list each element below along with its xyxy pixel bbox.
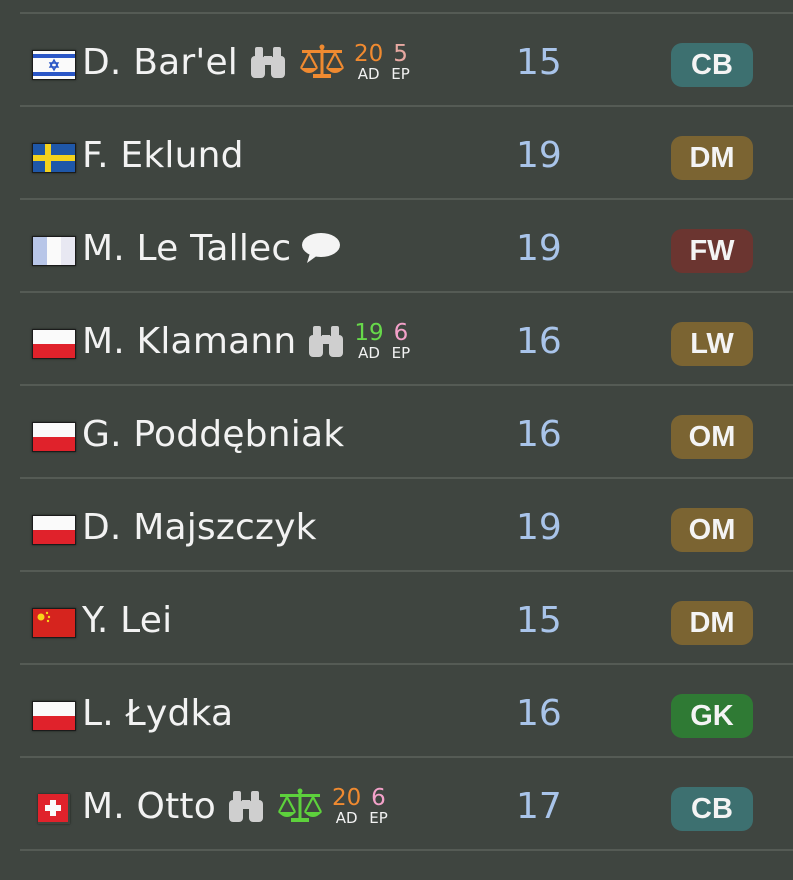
- binoculars-icon: [306, 323, 346, 359]
- player-name[interactable]: M. Otto: [82, 786, 216, 827]
- position-badge: GK: [671, 694, 753, 738]
- player-name[interactable]: D. Bar'el: [82, 42, 238, 83]
- player-name[interactable]: F. Eklund: [82, 135, 244, 176]
- player-stat: 19 AD: [354, 319, 384, 362]
- position-badge: DM: [671, 601, 753, 645]
- switzerland-flag-icon: [38, 794, 70, 824]
- player-row[interactable]: M. Le Tallec 19 FW: [20, 198, 793, 291]
- stat-value: 19: [354, 319, 384, 346]
- stat-label: AD: [358, 343, 380, 362]
- stat-label: EP: [391, 343, 411, 362]
- player-name[interactable]: M. Klamann: [82, 321, 296, 362]
- stat-value: 6: [393, 319, 409, 346]
- stat-value: 20: [354, 40, 384, 67]
- binoculars-icon: [226, 788, 266, 824]
- player-row[interactable]: L. Łydka 16 GK: [20, 663, 793, 756]
- player-name-group: M. Klamann 19 AD 6 EP: [82, 319, 410, 363]
- player-name-group: D. Majszczyk: [82, 505, 317, 549]
- player-name[interactable]: G. Poddębniak: [82, 414, 344, 455]
- player-row[interactable]: D. Majszczyk 19 OM: [20, 477, 793, 570]
- player-name[interactable]: L. Łydka: [82, 693, 233, 734]
- player-stat: 6 EP: [369, 784, 388, 827]
- position-badge: OM: [671, 508, 753, 552]
- player-row[interactable]: M. Otto 20 AD 6 EP 17 CB: [20, 756, 793, 851]
- player-age: 19: [516, 507, 562, 548]
- stat-label: EP: [391, 64, 410, 83]
- position-badge: CB: [671, 43, 753, 87]
- speech-bubble-icon: [301, 232, 341, 264]
- position-badge: OM: [671, 415, 753, 459]
- player-name-group: F. Eklund: [82, 133, 244, 177]
- binoculars-icon: [248, 44, 288, 80]
- scales-icon: [298, 44, 346, 80]
- stat-value: 20: [331, 784, 362, 811]
- poland-flag-icon: [32, 515, 76, 545]
- player-stat: 20 AD: [331, 784, 362, 827]
- player-row[interactable]: G. Poddębniak 16 OM: [20, 384, 793, 477]
- position-badge: CB: [671, 787, 753, 831]
- france-flag-icon: [32, 236, 76, 266]
- stat-value: 6: [371, 784, 386, 811]
- stat-label: AD: [357, 64, 380, 83]
- position-badge: DM: [671, 136, 753, 180]
- israel-flag-icon: [32, 50, 76, 80]
- player-name[interactable]: Y. Lei: [82, 600, 172, 641]
- player-list: D. Bar'el 20 AD 5 EP 15 CB F. Eklund 19 DM M. Le T…: [20, 12, 793, 851]
- player-stat: 6 EP: [391, 319, 411, 362]
- player-row[interactable]: Y. Lei 15 DM: [20, 570, 793, 663]
- scales-icon: [276, 788, 324, 824]
- poland-flag-icon: [32, 422, 76, 452]
- player-age: 19: [516, 135, 562, 176]
- player-age: 16: [516, 321, 562, 362]
- china-flag-icon: [32, 608, 76, 638]
- player-age: 16: [516, 693, 562, 734]
- player-age: 19: [516, 228, 562, 269]
- player-age: 15: [516, 42, 562, 83]
- position-badge: FW: [671, 229, 753, 273]
- player-name[interactable]: M. Le Tallec: [82, 228, 291, 269]
- player-stat: 5 EP: [391, 40, 410, 83]
- stat-value: 5: [393, 40, 408, 67]
- player-name[interactable]: D. Majszczyk: [82, 507, 317, 548]
- player-name-group: Y. Lei: [82, 598, 172, 642]
- poland-flag-icon: [32, 329, 76, 359]
- stat-label: AD: [335, 808, 358, 827]
- player-name-group: L. Łydka: [82, 691, 233, 735]
- player-age: 17: [516, 786, 562, 827]
- stat-label: EP: [369, 808, 388, 827]
- player-name-group: M. Le Tallec: [82, 226, 341, 270]
- player-name-group: D. Bar'el 20 AD 5 EP: [82, 40, 410, 84]
- player-stat: 20 AD: [354, 40, 384, 83]
- position-badge: LW: [671, 322, 753, 366]
- player-name-group: M. Otto 20 AD 6 EP: [82, 784, 388, 828]
- player-row[interactable]: M. Klamann 19 AD 6 EP 16 LW: [20, 291, 793, 384]
- poland-flag-icon: [32, 701, 76, 731]
- player-row[interactable]: F. Eklund 19 DM: [20, 105, 793, 198]
- player-age: 16: [516, 414, 562, 455]
- player-row[interactable]: D. Bar'el 20 AD 5 EP 15 CB: [20, 12, 793, 105]
- sweden-flag-icon: [32, 143, 76, 173]
- player-name-group: G. Poddębniak: [82, 412, 344, 456]
- player-age: 15: [516, 600, 562, 641]
